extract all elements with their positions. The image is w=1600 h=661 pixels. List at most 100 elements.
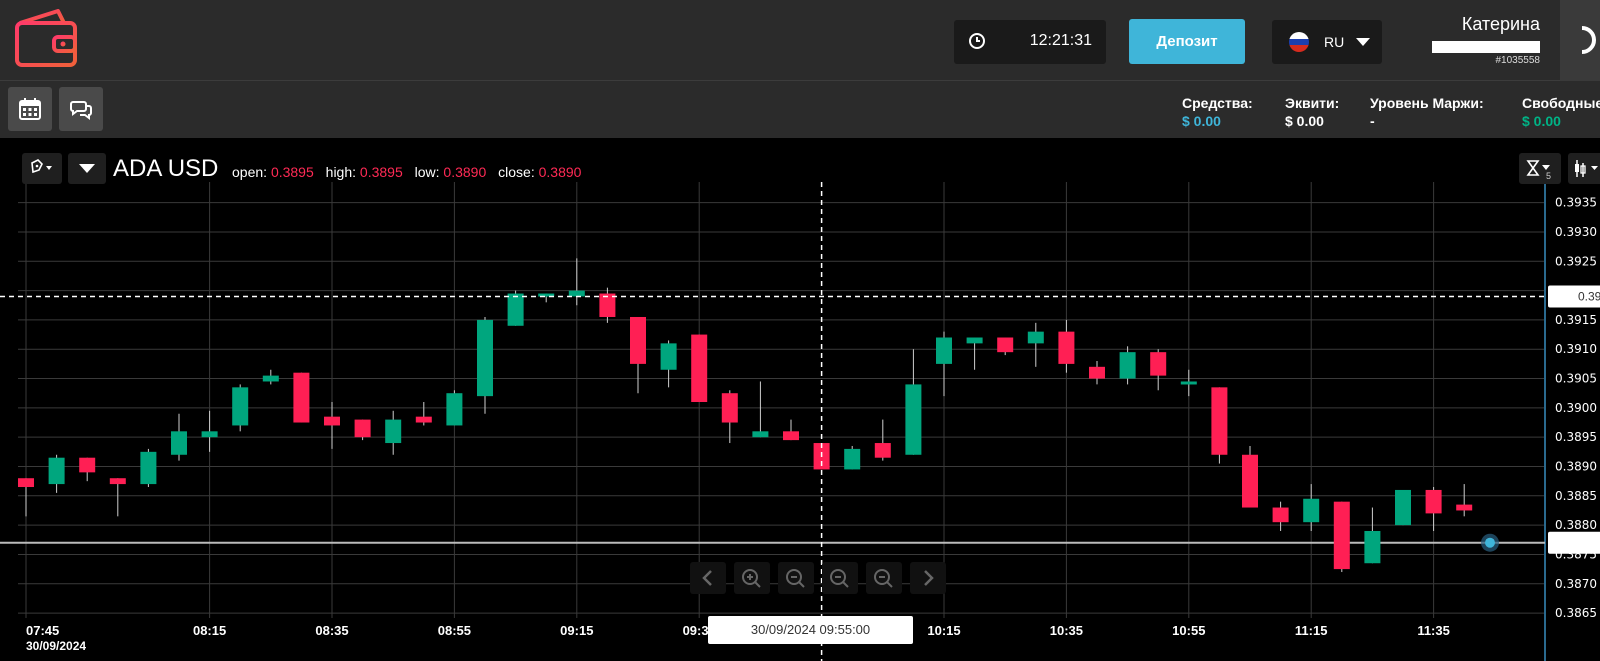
x-tick-label: 08:55 [438, 623, 471, 638]
x-tick-label: 10:35 [1050, 623, 1083, 638]
candle-body [354, 419, 371, 438]
candle-body [568, 290, 585, 297]
zoom-out-button[interactable] [778, 562, 814, 594]
candle-body [936, 337, 952, 364]
scroll-left-button[interactable] [690, 562, 726, 594]
candle-body [660, 343, 677, 370]
y-tick-label: 0.3880 [1555, 518, 1597, 532]
pen-tool-icon [31, 159, 52, 174]
free-margin-stat: Свободные $ 0.00 [1522, 95, 1600, 129]
equity-label: Эквити: [1285, 95, 1340, 111]
language-selector[interactable]: RU [1272, 20, 1382, 64]
zoom-out-button-2[interactable] [822, 562, 858, 594]
candle-body [1180, 381, 1197, 385]
server-clock: 12:21:31 [954, 20, 1106, 64]
user-info[interactable]: Катерина #1035558 [1432, 14, 1540, 66]
candle-body [997, 337, 1014, 353]
interval-badge: 5 [1546, 171, 1552, 181]
y-tick-label: 0.3930 [1555, 225, 1597, 239]
y-tick-label: 0.3910 [1555, 342, 1597, 356]
candle-body [1425, 489, 1442, 514]
wallet-logo-icon[interactable] [14, 9, 78, 69]
candle-body [232, 387, 249, 426]
y-tick-label: 0.3895 [1555, 430, 1597, 444]
close-value: 0.3890 [538, 164, 582, 180]
y-tick-label: 0.3935 [1555, 196, 1597, 210]
zoom-in-icon [742, 569, 761, 588]
margin-level-stat: Уровень Маржи: - [1370, 95, 1484, 129]
candle-body [324, 416, 340, 426]
candle-body [18, 478, 34, 488]
y-tick-label: 0.3865 [1555, 606, 1597, 620]
candle-body [262, 375, 279, 382]
calendar-icon [19, 98, 41, 120]
candle-body [140, 451, 157, 485]
drawing-tools-button[interactable] [22, 153, 62, 184]
candle-body [446, 393, 463, 426]
chat-button[interactable] [59, 87, 103, 131]
candle-body [293, 372, 310, 423]
equity-stat: Эквити: $ 0.00 [1285, 95, 1339, 129]
candle-body [385, 419, 402, 444]
user-name: Катерина [1461, 14, 1540, 34]
x-tick-label: 08:35 [315, 623, 348, 638]
candle-body [201, 431, 218, 438]
y-tick-label: 0.3900 [1555, 401, 1597, 415]
high-label: high: [325, 164, 357, 180]
candle-body [1027, 331, 1044, 344]
interval-button[interactable]: 5 [1519, 153, 1561, 184]
zoom-in-button[interactable] [734, 562, 770, 594]
candle-body [171, 431, 187, 455]
free-margin-label: Свободные [1522, 95, 1600, 111]
chart-type-button[interactable] [1568, 153, 1600, 184]
low-value: 0.3890 [443, 164, 487, 180]
reset-zoom-button[interactable] [866, 562, 902, 594]
candle-body [415, 416, 432, 423]
chevron-left-icon [702, 570, 712, 586]
ohlc-readout: open: 0.3895 high: 0.3895 low: 0.3890 cl… [232, 164, 589, 180]
candle-body [905, 384, 922, 455]
y-tick-label: 0.3885 [1555, 489, 1597, 503]
chevron-down-icon [1356, 38, 1370, 46]
candle-body [48, 457, 65, 485]
avatar[interactable] [1560, 0, 1600, 81]
redacted-field [1432, 41, 1540, 53]
x-date-label: 30/09/2024 [26, 639, 86, 653]
current-price-dot [1485, 537, 1495, 548]
candle-body [783, 431, 799, 441]
avatar-icon [1581, 26, 1596, 54]
candlestick-icon [1575, 160, 1598, 177]
open-value: 0.3895 [270, 164, 314, 180]
candle-body [1333, 501, 1350, 570]
chart-area[interactable]: 0.39350.39300.39250.39200.39150.39100.39… [0, 138, 1600, 661]
funds-stat: Средства: $ 0.00 [1182, 95, 1253, 129]
candle-body [721, 393, 738, 423]
candle-body [79, 457, 96, 473]
high-value: 0.3895 [359, 164, 403, 180]
deposit-button[interactable]: Депозит [1129, 19, 1245, 64]
zoom-out-icon [786, 569, 805, 588]
candle-body [966, 337, 983, 344]
y-tick-label: 0.3890 [1555, 459, 1597, 473]
candle-body [1089, 366, 1105, 379]
candle-body [874, 443, 891, 458]
candle-body [109, 478, 126, 485]
candle-body [477, 319, 493, 397]
symbol-dropdown-button[interactable] [68, 153, 106, 184]
candle-body [630, 316, 646, 364]
candle-body [1242, 454, 1258, 508]
y-tick-label: 0.3905 [1555, 372, 1597, 386]
open-label: open: [232, 164, 268, 180]
candle-body [1272, 507, 1289, 523]
user-id: #1035558 [1495, 55, 1541, 66]
y-tick-label: 0.3915 [1555, 313, 1597, 327]
calendar-button[interactable] [8, 87, 52, 131]
margin-level-label: Уровень Маржи: [1370, 95, 1484, 111]
top-bar: 12:21:31 Депозит RU Катерина #1035558 [0, 0, 1600, 81]
candle-body [752, 431, 769, 438]
crosshair-date-label: 30/09/2024 09:55:00 [708, 616, 913, 644]
free-margin-value: $ 0.00 [1522, 113, 1561, 129]
scroll-right-button[interactable] [910, 562, 946, 594]
crosshair-price-label: 0.39 [1578, 289, 1600, 303]
x-tick-label: 09:15 [560, 623, 593, 638]
